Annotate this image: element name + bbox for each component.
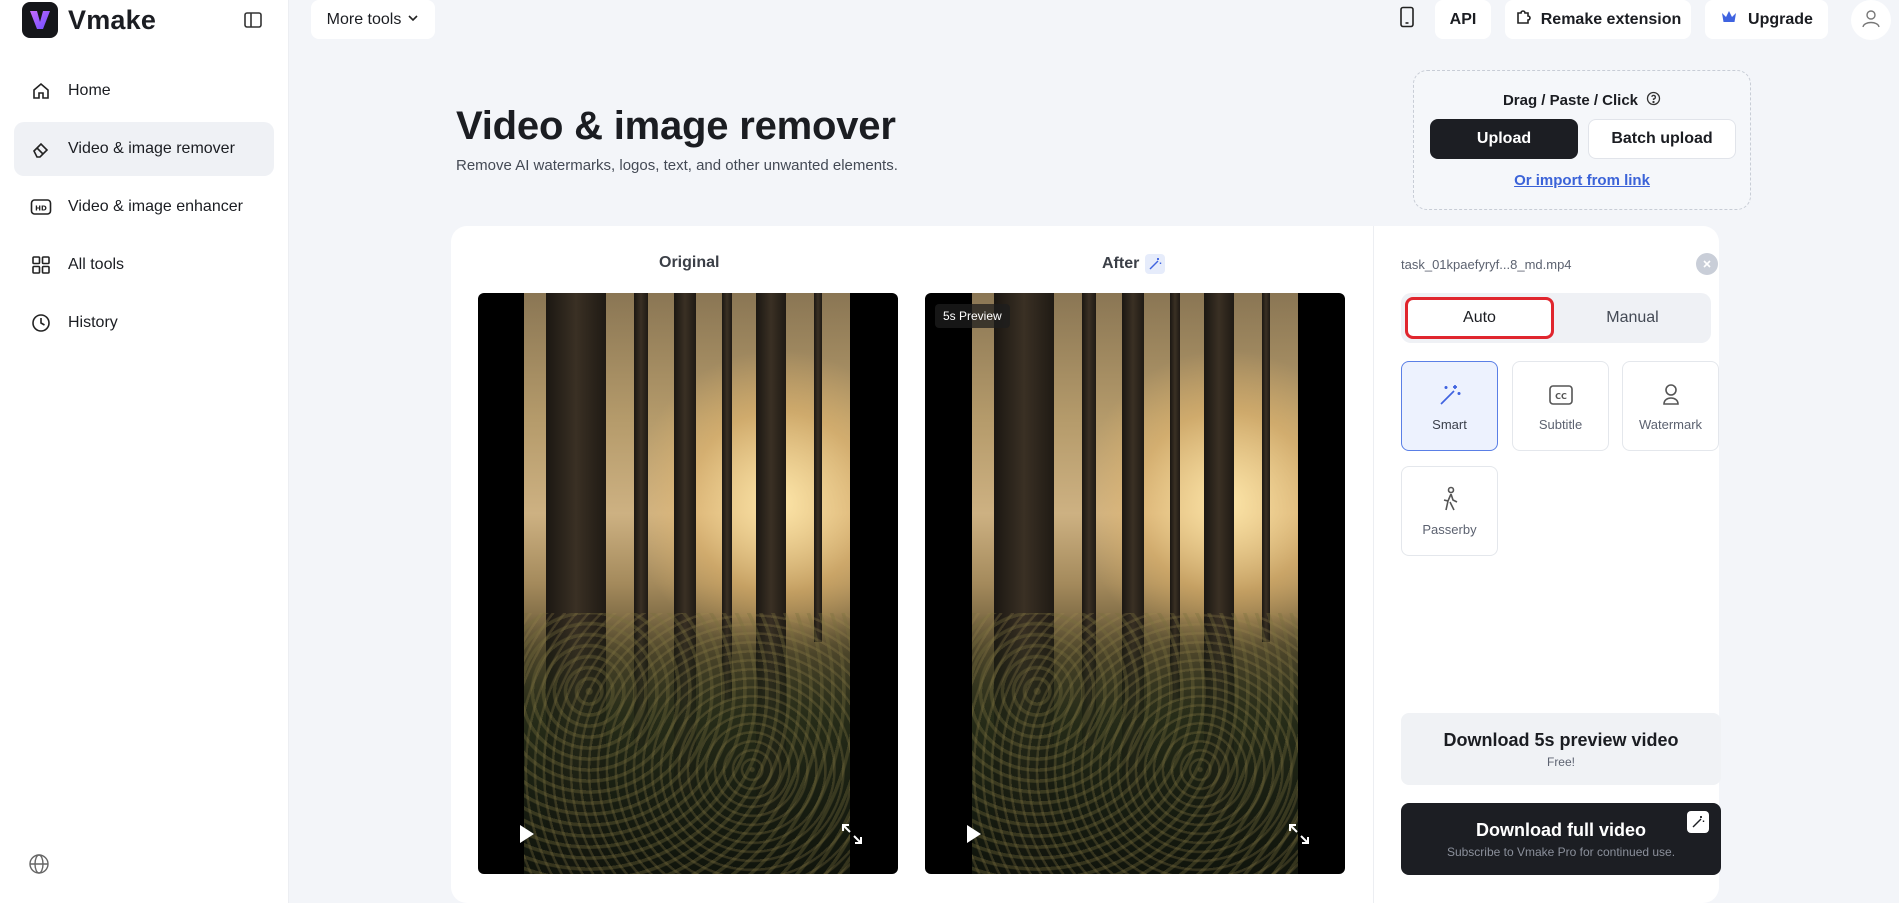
sidebar-item-video-image-enhancer[interactable]: HD Video & image enhancer xyxy=(14,180,274,234)
svg-text:CC: CC xyxy=(1555,392,1567,401)
remake-extension-label: Remake extension xyxy=(1540,10,1682,28)
download-full-sub: Subscribe to Vmake Pro for continued use… xyxy=(1446,844,1676,859)
import-from-link[interactable]: Or import from link xyxy=(1414,172,1750,189)
chevron-down-icon xyxy=(407,11,419,29)
magic-wand-icon xyxy=(1687,811,1709,833)
original-label-text: Original xyxy=(659,254,720,271)
editor-card: Original After 5s Preview task_01kpaefyr… xyxy=(451,226,1721,903)
fullscreen-icon[interactable] xyxy=(840,822,864,846)
sidebar-item-label: Home xyxy=(68,82,111,99)
after-label-text: After xyxy=(1102,255,1140,272)
sidebar-item-label: Video & image remover xyxy=(68,140,235,157)
help-icon[interactable] xyxy=(1646,91,1661,110)
mobile-app-button[interactable] xyxy=(1391,0,1423,39)
more-tools-dropdown[interactable]: More tools xyxy=(311,0,435,39)
download-preview-sub: Free! xyxy=(1546,754,1575,769)
tab-manual[interactable]: Manual xyxy=(1558,297,1707,339)
magic-wand-icon xyxy=(1436,381,1464,409)
upload-button[interactable]: Upload xyxy=(1430,119,1578,159)
vmake-logo-icon xyxy=(22,2,58,38)
sidebar-item-label: Video & image enhancer xyxy=(68,198,243,215)
tool-passerby[interactable]: Passerby xyxy=(1401,466,1498,556)
fullscreen-icon[interactable] xyxy=(1287,822,1311,846)
more-tools-label: More tools xyxy=(326,10,402,28)
tool-subtitle[interactable]: CC Subtitle xyxy=(1512,361,1609,451)
tab-auto[interactable]: Auto xyxy=(1405,297,1554,339)
sidebar-item-label: History xyxy=(68,314,118,331)
user-icon xyxy=(1860,7,1882,34)
crown-icon xyxy=(1720,9,1738,30)
preview-duration-badge: 5s Preview xyxy=(935,304,1010,328)
file-name: task_01kpaefyryf...8_md.mp4 xyxy=(1401,257,1572,272)
puzzle-icon xyxy=(1515,9,1531,30)
svg-text:HD: HD xyxy=(35,205,47,213)
sidebar-collapse-icon[interactable] xyxy=(241,8,265,32)
home-icon xyxy=(30,80,52,102)
page-title: Video & image remover xyxy=(456,104,896,148)
walking-person-icon xyxy=(1436,486,1464,514)
sidebar: Vmake Home Video & image remover HD Vide… xyxy=(0,0,289,903)
batch-upload-button[interactable]: Batch upload xyxy=(1588,119,1736,159)
tool-label: Watermark xyxy=(1638,416,1703,432)
tree-trunk xyxy=(814,293,822,642)
watermark-icon xyxy=(1657,381,1685,409)
tool-label: Smart xyxy=(1432,416,1467,432)
grid-icon xyxy=(30,254,52,276)
remake-extension-button[interactable]: Remake extension xyxy=(1505,0,1691,39)
hd-icon: HD xyxy=(30,196,52,218)
drop-label-row: Drag / Paste / Click xyxy=(1414,91,1750,110)
tool-smart[interactable]: Smart xyxy=(1401,361,1498,451)
phone-icon xyxy=(1399,6,1415,33)
eraser-icon xyxy=(30,138,52,160)
tree-trunk xyxy=(1262,293,1270,642)
download-full-button[interactable]: Download full video Subscribe to Vmake P… xyxy=(1401,803,1721,875)
download-preview-title: Download 5s preview video xyxy=(1443,729,1679,750)
user-avatar[interactable] xyxy=(1851,0,1891,40)
sidebar-item-label: All tools xyxy=(68,256,125,273)
sidebar-nav: Home Video & image remover HD Video & im… xyxy=(14,64,274,354)
tool-watermark[interactable]: Watermark xyxy=(1622,361,1719,451)
tool-label: Subtitle xyxy=(1538,416,1583,432)
tool-label: Passerby xyxy=(1422,521,1477,537)
page-subtitle: Remove AI watermarks, logos, text, and o… xyxy=(456,157,898,174)
api-button[interactable]: API xyxy=(1435,0,1491,39)
magic-wand-icon xyxy=(1145,254,1166,274)
upgrade-label: Upgrade xyxy=(1748,10,1813,28)
original-label: Original xyxy=(659,254,719,272)
upgrade-button[interactable]: Upgrade xyxy=(1705,0,1828,39)
play-icon[interactable] xyxy=(961,822,985,846)
download-full-title: Download full video xyxy=(1476,819,1646,840)
app-name: Vmake xyxy=(68,4,157,35)
fern-undergrowth xyxy=(972,612,1298,874)
app-logo[interactable]: Vmake xyxy=(22,2,272,38)
upload-dropzone[interactable]: Drag / Paste / Click Upload Batch upload… xyxy=(1413,70,1751,210)
clock-icon xyxy=(30,312,52,334)
sidebar-item-video-image-remover[interactable]: Video & image remover xyxy=(14,122,274,176)
sidebar-item-history[interactable]: History xyxy=(14,296,274,350)
drop-label: Drag / Paste / Click xyxy=(1502,92,1639,109)
cc-icon: CC xyxy=(1547,381,1575,409)
api-label: API xyxy=(1449,10,1477,28)
mode-toggle: Auto Manual xyxy=(1401,293,1711,343)
fern-undergrowth xyxy=(524,612,850,874)
panel-divider xyxy=(1373,226,1374,903)
sidebar-item-home[interactable]: Home xyxy=(14,64,274,118)
sidebar-item-all-tools[interactable]: All tools xyxy=(14,238,274,292)
play-icon[interactable] xyxy=(514,822,538,846)
original-video-player[interactable] xyxy=(478,293,898,874)
original-video-frame xyxy=(524,293,850,874)
after-video-player[interactable]: 5s Preview xyxy=(925,293,1345,874)
after-video-frame xyxy=(972,293,1298,874)
download-preview-button[interactable]: Download 5s preview video Free! xyxy=(1401,713,1721,785)
after-label: After xyxy=(1102,254,1166,274)
close-icon[interactable] xyxy=(1696,253,1718,275)
language-globe-icon[interactable] xyxy=(28,853,50,875)
